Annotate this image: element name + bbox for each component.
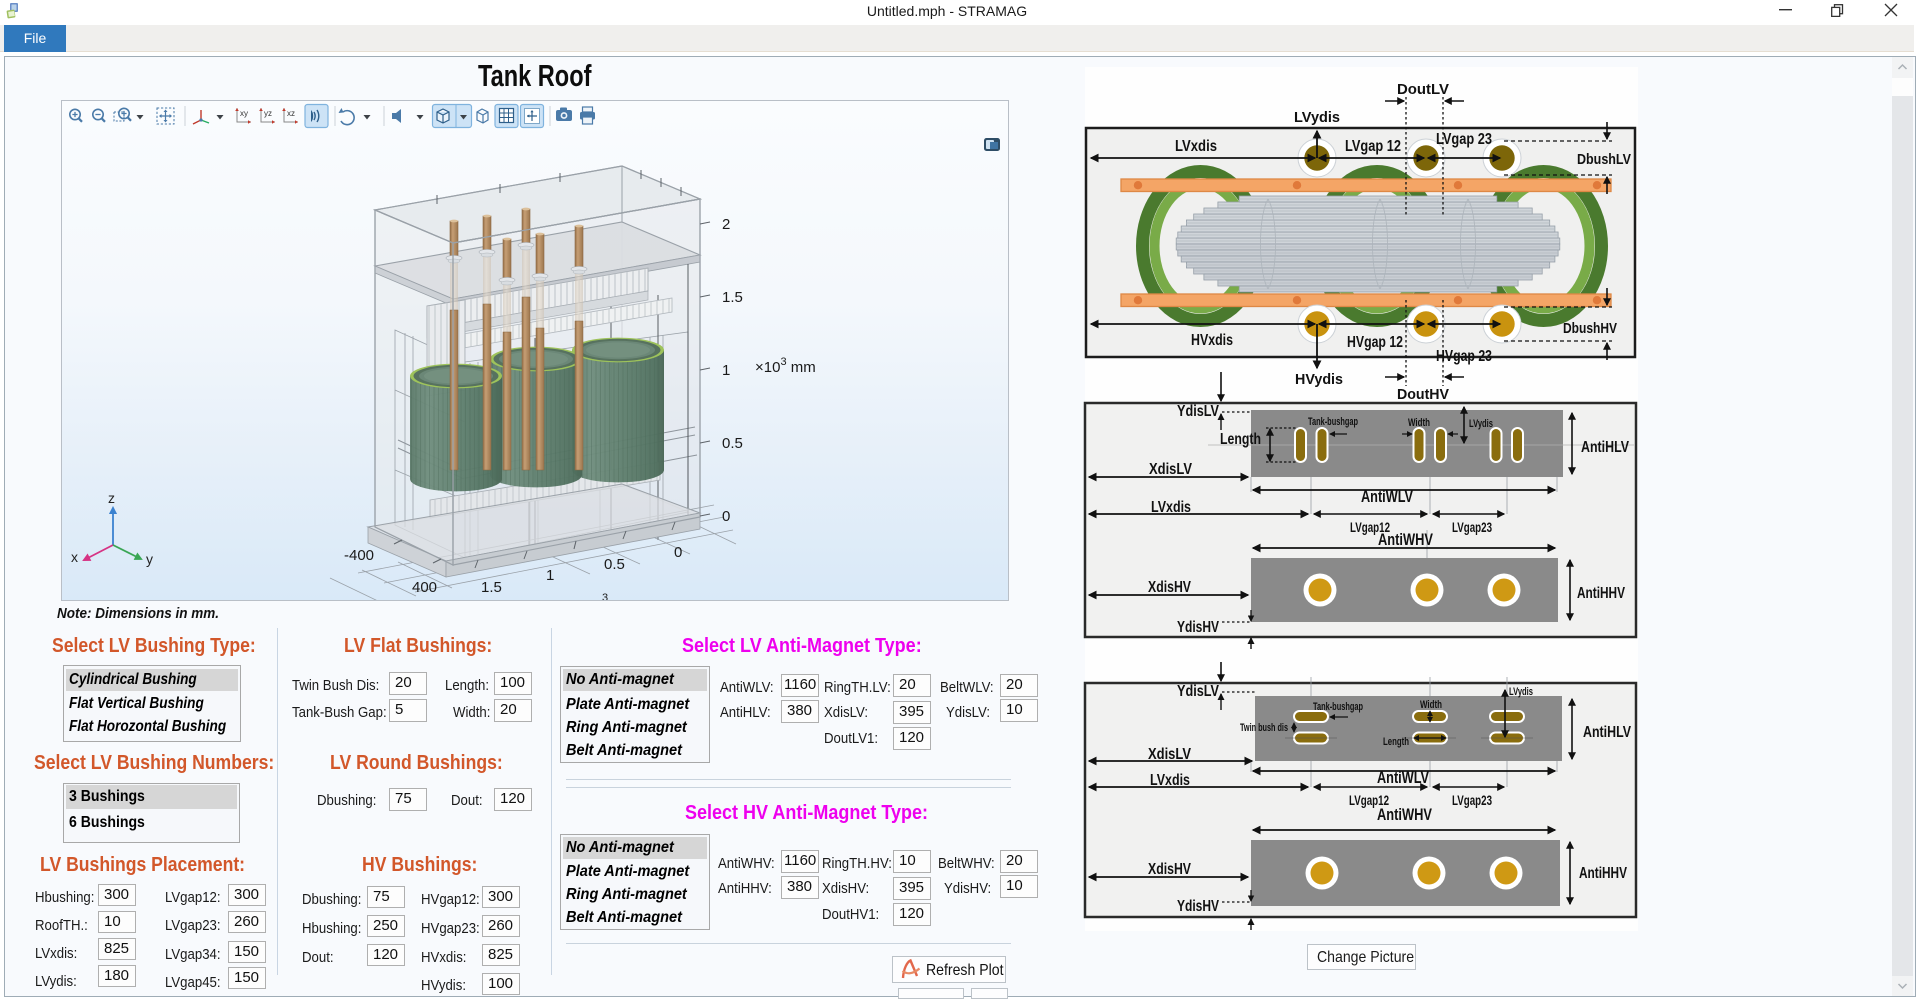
svg-text:XdisHV: XdisHV — [1148, 861, 1191, 878]
svg-text:DbushHV: DbushHV — [1563, 320, 1617, 337]
svg-text:HVxdis: HVxdis — [1191, 332, 1233, 349]
svg-text:LVydis: LVydis — [1509, 686, 1533, 698]
svg-text:2: 2 — [722, 216, 730, 233]
svg-text:LVgap 12: LVgap 12 — [1345, 138, 1401, 155]
svg-text:1: 1 — [546, 567, 554, 584]
svg-text:HVgap 12: HVgap 12 — [1347, 334, 1403, 351]
svg-text:1: 1 — [722, 362, 730, 379]
svg-text:DoutLV: DoutLV — [1397, 81, 1449, 98]
svg-text:LVydis: LVydis — [1469, 418, 1493, 430]
svg-text:AntiWHV: AntiWHV — [1378, 530, 1433, 549]
svg-text:xy: xy — [240, 109, 248, 118]
svg-text:AntiHLV: AntiHLV — [1583, 724, 1631, 741]
svg-text:Tank-bushgap: Tank-bushgap — [1308, 416, 1358, 428]
svg-text:0: 0 — [722, 508, 730, 525]
svg-text:AntiHHV: AntiHHV — [1579, 865, 1627, 882]
svg-text:LVxdis: LVxdis — [1175, 138, 1217, 155]
svg-text:×103 mm: ×103 mm — [755, 356, 816, 376]
svg-text:0.5: 0.5 — [604, 556, 625, 573]
svg-text:0.5: 0.5 — [722, 435, 743, 452]
svg-text:XdisLV: XdisLV — [1149, 461, 1192, 478]
svg-text:Width: Width — [1408, 417, 1430, 429]
svg-text:LVgap23: LVgap23 — [1452, 519, 1492, 535]
svg-text:Length: Length — [1383, 736, 1409, 748]
svg-text:1.5: 1.5 — [722, 289, 743, 306]
svg-text:z: z — [108, 490, 115, 506]
svg-text:DbushLV: DbushLV — [1577, 151, 1631, 168]
svg-text:XdisHV: XdisHV — [1148, 579, 1191, 596]
svg-text:AntiHLV: AntiHLV — [1581, 439, 1629, 456]
svg-text:400: 400 — [412, 579, 437, 596]
svg-text:0: 0 — [674, 544, 682, 561]
svg-text:LVgap23: LVgap23 — [1452, 792, 1492, 808]
svg-text:LVgap 23: LVgap 23 — [1436, 131, 1492, 148]
svg-text:Twin bush dis: Twin bush dis — [1240, 722, 1288, 734]
svg-text:YdisLV: YdisLV — [1177, 403, 1219, 420]
svg-text:YdisHV: YdisHV — [1177, 898, 1219, 915]
svg-text:Length: Length — [1220, 431, 1261, 448]
svg-text:AntiWHV: AntiWHV — [1377, 805, 1432, 824]
svg-text:LVydis: LVydis — [1294, 109, 1340, 126]
svg-text:-400: -400 — [344, 547, 374, 564]
svg-text:YdisHV: YdisHV — [1177, 619, 1219, 636]
svg-text:1.5: 1.5 — [481, 579, 502, 596]
svg-text:y: y — [146, 551, 153, 567]
svg-text:YdisLV: YdisLV — [1177, 683, 1219, 700]
svg-text:3: 3 — [602, 592, 608, 600]
svg-text:xz: xz — [287, 109, 295, 118]
svg-text:Width: Width — [1420, 699, 1442, 711]
svg-text:AntiHHV: AntiHHV — [1577, 585, 1625, 602]
svg-text:yz: yz — [264, 109, 272, 118]
svg-text:Tank-bushgap: Tank-bushgap — [1313, 701, 1363, 713]
svg-text:x: x — [71, 549, 78, 565]
